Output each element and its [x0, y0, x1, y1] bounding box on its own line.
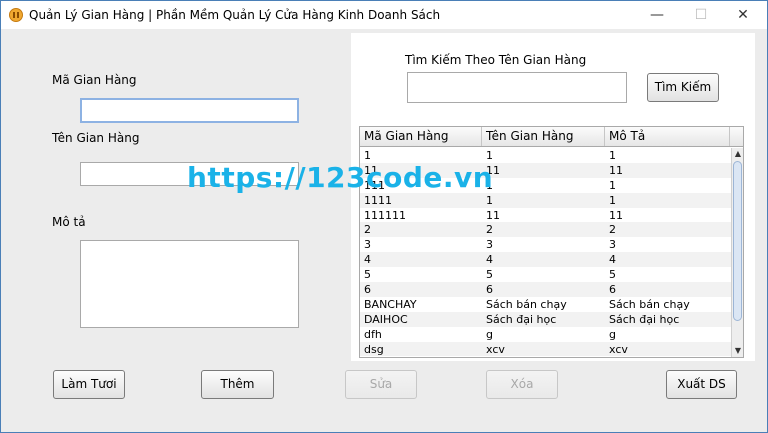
table-cell: 1	[609, 193, 616, 207]
watermark-text: https://123code.vn	[187, 161, 494, 194]
table-cell: BANCHAY	[364, 297, 417, 311]
table-cell: 1	[486, 193, 493, 207]
table-cell: 11	[609, 163, 623, 177]
app-logo-icon	[9, 8, 23, 22]
table-row[interactable]: 4 4 4	[360, 252, 732, 268]
table-cell: 3	[609, 238, 616, 252]
search-button[interactable]: Tìm Kiếm	[647, 73, 719, 102]
search-input[interactable]	[407, 72, 627, 103]
table-cell: dsg	[364, 342, 384, 356]
table-row[interactable]: 5 5 5	[360, 267, 732, 282]
table-cell: 2	[364, 223, 371, 237]
table-row[interactable]: dsg xcv xcv	[360, 341, 732, 357]
table-cell: 11	[486, 208, 500, 222]
table-cell: 3	[364, 238, 371, 252]
maximize-button[interactable]: ☐	[679, 1, 723, 29]
app-window: Quản Lý Gian Hàng | Phần Mềm Quản Lý Cửa…	[0, 0, 768, 433]
table-row[interactable]: DAIHOC Sách đại học Sách đại học	[360, 311, 732, 327]
table-cell: 11	[609, 208, 623, 222]
minimize-button[interactable]: —	[635, 1, 679, 29]
refresh-button[interactable]: Làm Tươi	[53, 370, 125, 399]
table-cell: 6	[609, 283, 616, 297]
table-cell: 3	[486, 238, 493, 252]
table-cell: 1111	[364, 193, 392, 207]
table-cell: xcv	[486, 342, 505, 356]
table-cell: Sách bán chạy	[609, 297, 690, 311]
close-button[interactable]: ✕	[721, 1, 765, 29]
ma-gian-hang-input[interactable]	[80, 98, 299, 123]
table-cell: 2	[609, 223, 616, 237]
window-title: Quản Lý Gian Hàng | Phần Mềm Quản Lý Cửa…	[29, 8, 441, 22]
table-cell: 1	[609, 178, 616, 192]
table-cell: g	[609, 327, 616, 341]
table-row[interactable]: 111111 11 11	[360, 208, 732, 223]
table-cell: 4	[609, 253, 616, 267]
ten-gian-hang-label: Tên Gian Hàng	[52, 131, 140, 145]
table-row[interactable]: 111111	[360, 192, 732, 208]
add-button[interactable]: Thêm	[201, 370, 274, 399]
table-row[interactable]: 6 6 6	[360, 282, 732, 297]
table-cell: 6	[364, 283, 371, 297]
table-cell: 1	[609, 149, 616, 162]
table-cell: dfh	[364, 327, 382, 341]
mo-ta-textarea[interactable]	[80, 240, 299, 328]
export-button[interactable]: Xuất DS	[666, 370, 737, 399]
table-cell: xcv	[609, 342, 628, 356]
table-cell: 5	[486, 268, 493, 282]
table-header: Mã Gian Hàng Tên Gian Hàng Mô Tả	[360, 127, 743, 147]
title-bar: Quản Lý Gian Hàng | Phần Mềm Quản Lý Cửa…	[1, 1, 767, 29]
table-cell: 6	[486, 283, 493, 297]
scroll-down-icon[interactable]: ▼	[733, 346, 743, 356]
scroll-up-icon[interactable]: ▲	[733, 149, 743, 159]
table-cell: 5	[364, 268, 371, 282]
table-cell: 4	[364, 253, 371, 267]
table-row[interactable]: 2 2 2	[360, 222, 732, 238]
scroll-thumb[interactable]	[733, 161, 742, 321]
delete-button[interactable]: Xóa	[486, 370, 558, 399]
table-cell: Sách đại học	[486, 312, 557, 326]
search-label: Tìm Kiếm Theo Tên Gian Hàng	[405, 53, 587, 67]
table-row[interactable]: 3 3 3	[360, 237, 732, 252]
table-cell: 2	[486, 223, 493, 237]
table-cell: 111111	[364, 208, 406, 222]
table-cell: g	[486, 327, 493, 341]
table-cell: 4	[486, 253, 493, 267]
table-row[interactable]: dfh g g	[360, 327, 732, 342]
edit-button[interactable]: Sửa	[345, 370, 417, 399]
column-header-ma[interactable]: Mã Gian Hàng	[360, 127, 482, 146]
table-cell: Sách bán chạy	[486, 297, 567, 311]
table-cell: DAIHOC	[364, 312, 408, 326]
ma-gian-hang-label: Mã Gian Hàng	[52, 73, 137, 87]
table-cell: Sách đại học	[609, 312, 680, 326]
table-scrollbar[interactable]: ▲ ▼	[731, 148, 743, 357]
column-header-mota[interactable]: Mô Tả	[605, 127, 730, 146]
column-header-ten[interactable]: Tên Gian Hàng	[482, 127, 605, 146]
table-cell: 5	[609, 268, 616, 282]
table-row[interactable]: BANCHAY Sách bán chạy Sách bán chạy	[360, 297, 732, 312]
mo-ta-label: Mô tả	[52, 215, 86, 229]
